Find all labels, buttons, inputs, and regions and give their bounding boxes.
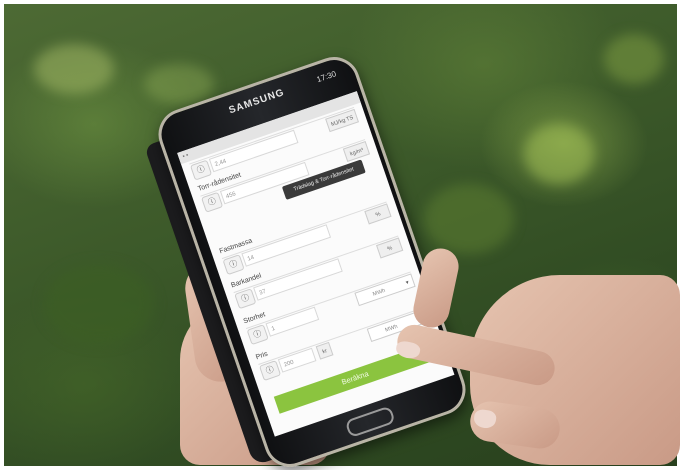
pris-select-value: MWh (384, 323, 399, 334)
density-unit: kg/m³ (342, 140, 371, 163)
info-icon[interactable]: ⓘ (258, 360, 282, 382)
info-icon[interactable]: ⓘ (222, 254, 245, 276)
info-icon[interactable]: ⓘ (234, 288, 257, 310)
fastmassa-unit: % (364, 203, 392, 225)
storhet-unit-value: MWh (372, 287, 387, 298)
storhet-unit-select[interactable]: MWh ▼ (354, 273, 416, 307)
chevron-down-icon: ▼ (404, 279, 411, 287)
info-icon[interactable]: ⓘ (246, 324, 269, 346)
barkandel-unit: % (376, 237, 404, 259)
photo-scene: SAMSUNG 17:30 ▪ ▪ ⓘ 2,44 MJ/kg TS Torr-r… (0, 0, 681, 470)
fastmassa-input[interactable]: 14 (241, 224, 332, 267)
pris-input[interactable]: 200 (277, 347, 317, 373)
barkandel-input[interactable]: 37 (253, 258, 343, 301)
label-pris: Pris (255, 350, 269, 362)
info-icon[interactable]: ⓘ (200, 191, 224, 213)
pris-unit: kr (315, 341, 334, 360)
home-button (344, 405, 396, 439)
info-icon[interactable]: ⓘ (189, 159, 213, 181)
storhet-input[interactable]: 1 (265, 306, 320, 337)
